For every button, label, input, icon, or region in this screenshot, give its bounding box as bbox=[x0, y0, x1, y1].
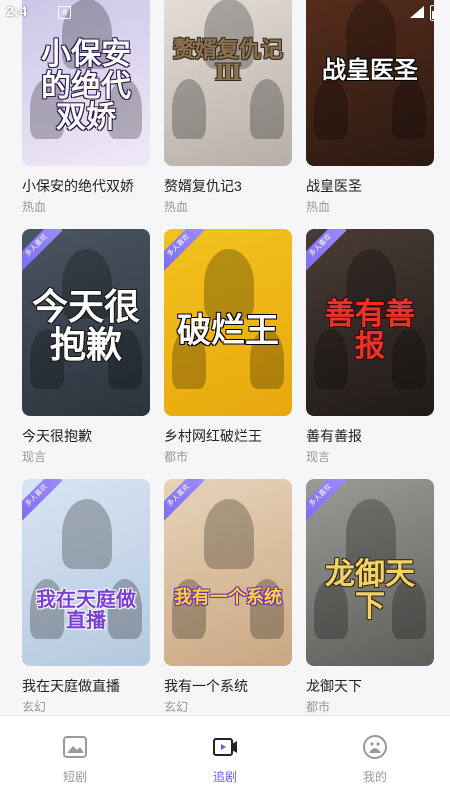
drama-genre: 现言 bbox=[22, 450, 47, 464]
popular-badge: 多人喜欢 bbox=[164, 229, 205, 272]
poster-title-art: 战皇医圣 bbox=[322, 55, 418, 84]
popular-badge: 多人喜欢 bbox=[22, 229, 63, 272]
drama-poster[interactable]: 我在天庭做直播 多人喜欢 bbox=[22, 479, 150, 666]
drama-card[interactable]: 善有善报 多人喜欢善有善报现言 bbox=[306, 229, 434, 464]
tab-label-shorts: 短剧 bbox=[62, 770, 87, 784]
drama-genre: 热血 bbox=[306, 200, 331, 214]
drama-card[interactable]: 战皇医圣 战皇医圣 热血 bbox=[306, 0, 434, 214]
drama-card[interactable]: 破烂王 多人喜欢乡村网红破烂王都市 bbox=[164, 229, 292, 464]
drama-title[interactable]: 乡村网红破烂王 bbox=[164, 426, 262, 446]
popular-badge: 多人喜欢 bbox=[306, 229, 347, 272]
video-follow-icon bbox=[213, 738, 237, 756]
drama-title[interactable]: 小保安的绝代双娇 bbox=[22, 176, 134, 196]
popular-badge: 多人喜欢 bbox=[164, 479, 205, 522]
drama-poster[interactable]: 龙御天下 多人喜欢 bbox=[306, 479, 434, 666]
home-icon bbox=[63, 736, 87, 758]
drama-genre: 都市 bbox=[164, 450, 189, 464]
badge-corner: 多人喜欢 bbox=[164, 479, 208, 523]
poster-figure bbox=[392, 79, 426, 139]
drama-poster[interactable]: 今天很抱歉 多人喜欢 bbox=[22, 229, 150, 416]
poster-figure bbox=[204, 249, 254, 319]
profile-icon bbox=[363, 735, 387, 759]
drama-genre: 热血 bbox=[164, 200, 189, 214]
poster-title-art: 赘婿复仇记Ⅲ bbox=[172, 37, 283, 87]
badge-corner: 多人喜欢 bbox=[306, 229, 350, 273]
app-screen: 2:4 A 小保安的绝代双娇 小保安的绝代双娇 热血 赘婿复仇记Ⅲ 赘婿复仇记3 热血 战皇… bbox=[0, 0, 450, 794]
drama-poster[interactable]: 我有一个系统 多人喜欢 bbox=[164, 479, 292, 666]
badge-corner: 多人喜欢 bbox=[22, 229, 66, 273]
drama-poster[interactable]: 破烂王 多人喜欢 bbox=[164, 229, 292, 416]
drama-genre: 现言 bbox=[306, 450, 331, 464]
drama-title[interactable]: 今天很抱歉 bbox=[22, 426, 92, 446]
drama-card[interactable]: 我在天庭做直播 多人喜欢我在天庭做直播玄幻 bbox=[22, 479, 150, 714]
poster-figure bbox=[250, 79, 284, 139]
drama-genre: 都市 bbox=[306, 700, 331, 714]
poster-title-art: 我在天庭做直播 bbox=[36, 587, 136, 632]
popular-badge: 多人喜欢 bbox=[306, 479, 347, 522]
popular-badge: 多人喜欢 bbox=[22, 479, 63, 522]
drama-title[interactable]: 战皇医圣 bbox=[306, 176, 362, 196]
tab-following[interactable]: 追剧 bbox=[150, 716, 300, 794]
drama-title[interactable]: 赘婿复仇记3 bbox=[164, 176, 242, 196]
bottom-tab-bar: 短剧 追剧 我的 bbox=[0, 715, 450, 794]
poster-figure bbox=[314, 79, 348, 139]
drama-poster[interactable]: 赘婿复仇记Ⅲ bbox=[164, 0, 292, 166]
tab-label-profile: 我的 bbox=[362, 770, 387, 784]
badge-corner: 多人喜欢 bbox=[164, 229, 208, 273]
drama-title[interactable]: 善有善报 bbox=[306, 426, 362, 446]
drama-genre: 玄幻 bbox=[164, 700, 189, 714]
poster-title-art: 善有善报 bbox=[325, 297, 415, 364]
drama-card[interactable]: 今天很抱歉 多人喜欢今天很抱歉现言 bbox=[22, 229, 150, 464]
badge-corner: 多人喜欢 bbox=[306, 479, 350, 523]
drama-poster[interactable]: 善有善报 多人喜欢 bbox=[306, 229, 434, 416]
poster-title-art: 我有一个系统 bbox=[174, 587, 282, 608]
drama-poster[interactable]: 小保安的绝代双娇 bbox=[22, 0, 150, 166]
tab-label-following: 追剧 bbox=[212, 770, 237, 784]
drama-card[interactable]: 小保安的绝代双娇 小保安的绝代双娇 热血 bbox=[22, 0, 150, 214]
poster-title-art: 龙御天下 bbox=[325, 557, 415, 624]
drama-card[interactable]: 赘婿复仇记Ⅲ 赘婿复仇记3 热血 bbox=[164, 0, 292, 214]
tab-shorts[interactable]: 短剧 bbox=[0, 716, 150, 794]
poster-figure bbox=[62, 499, 112, 569]
drama-card[interactable]: 我有一个系统 多人喜欢我有一个系统玄幻 bbox=[164, 479, 292, 714]
drama-title[interactable]: 我有一个系统 bbox=[164, 676, 248, 696]
poster-title-art: 破烂王 bbox=[177, 311, 279, 351]
poster-title-art: 今天很抱歉 bbox=[31, 286, 140, 366]
drama-genre: 热血 bbox=[22, 200, 47, 214]
tab-profile[interactable]: 我的 bbox=[300, 716, 450, 794]
drama-card[interactable]: 龙御天下 多人喜欢龙御天下都市 bbox=[306, 479, 434, 714]
drama-poster[interactable]: 战皇医圣 bbox=[306, 0, 434, 166]
badge-corner: 多人喜欢 bbox=[22, 479, 66, 523]
poster-figure bbox=[172, 79, 206, 139]
poster-title-art: 小保安的绝代双娇 bbox=[41, 37, 131, 135]
drama-title[interactable]: 我在天庭做直播 bbox=[22, 676, 120, 696]
drama-genre: 玄幻 bbox=[22, 700, 47, 714]
poster-figure bbox=[204, 499, 254, 569]
drama-title[interactable]: 龙御天下 bbox=[306, 676, 362, 696]
